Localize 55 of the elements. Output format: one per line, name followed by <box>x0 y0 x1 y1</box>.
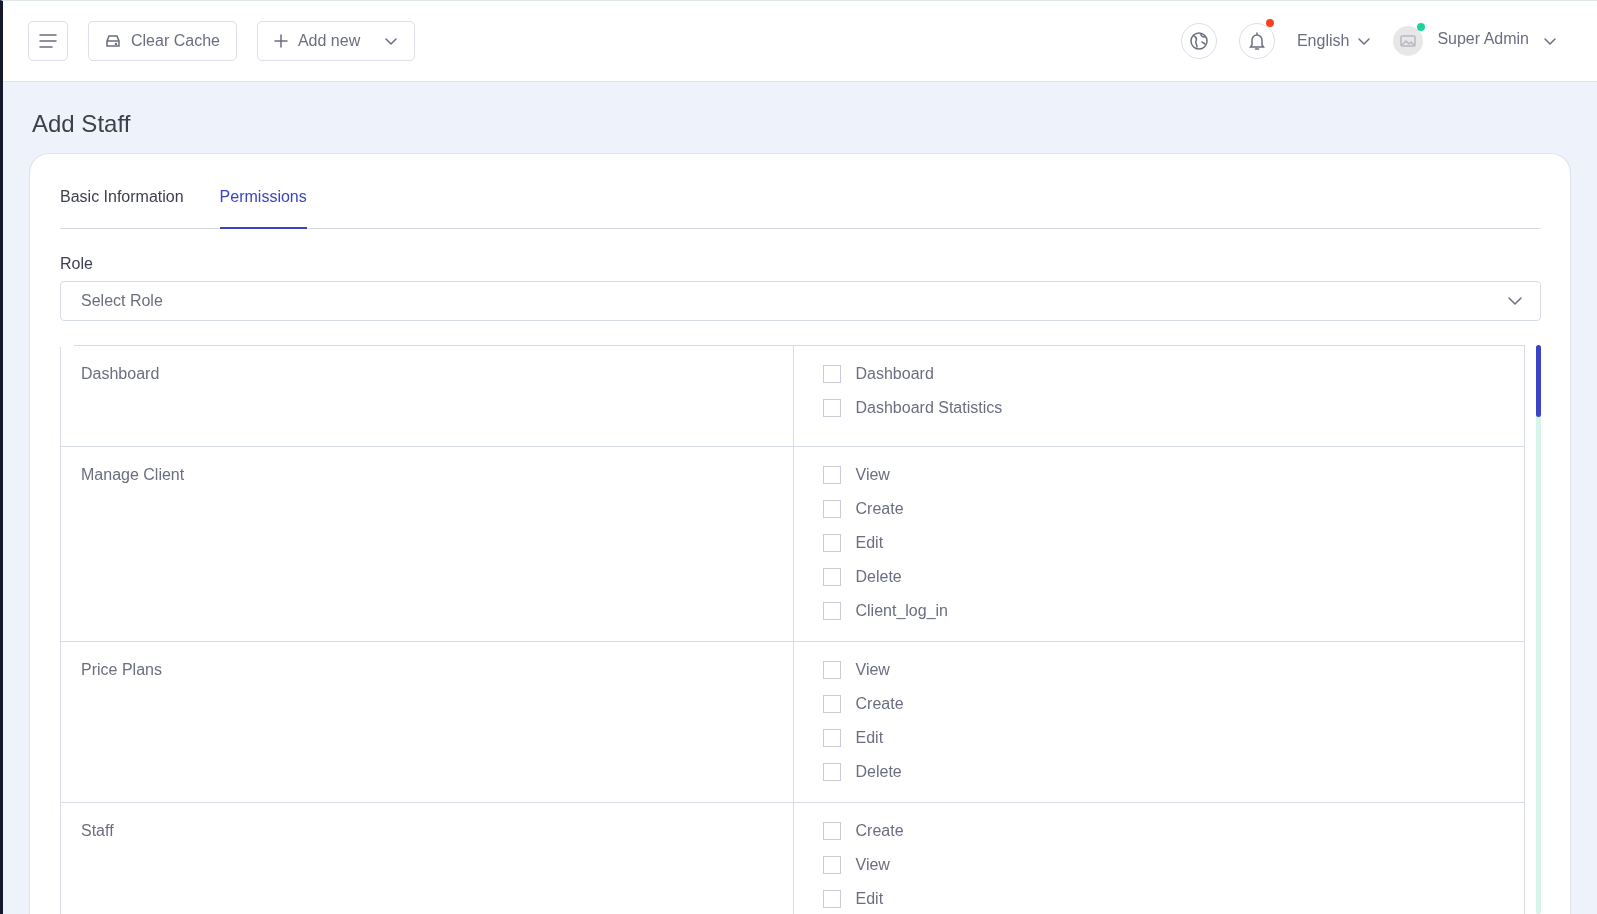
checkbox[interactable] <box>822 822 841 840</box>
permission-label: Delete <box>855 568 902 586</box>
add-new-button[interactable]: Add new <box>256 21 416 61</box>
group-name: Manage Client <box>81 466 185 483</box>
permission-label: Dashboard <box>855 365 934 383</box>
group-name: Price Plans <box>81 661 162 678</box>
permission-label: Client_log_in <box>855 602 948 620</box>
caret-icon <box>1543 35 1557 47</box>
globe-icon <box>1188 31 1209 51</box>
checkbox[interactable] <box>822 466 841 484</box>
user-menu[interactable]: Super Admin <box>1393 26 1557 56</box>
checkbox[interactable] <box>822 890 841 908</box>
permission-label: Edit <box>855 534 884 552</box>
language-dropdown[interactable]: English <box>1296 32 1372 50</box>
checkbox[interactable] <box>822 729 841 747</box>
checkbox[interactable] <box>822 763 841 781</box>
permission-label: Create <box>855 822 904 840</box>
permission-label: View <box>855 466 890 484</box>
field-label: Role <box>60 255 94 273</box>
globe-button[interactable] <box>1180 23 1217 59</box>
checkbox[interactable] <box>822 695 841 713</box>
caret-icon <box>1357 35 1372 47</box>
menu-button[interactable] <box>28 21 68 61</box>
role-select[interactable]: Select Role <box>60 281 1541 321</box>
checkbox[interactable] <box>822 500 841 518</box>
permission-label: View <box>855 661 890 679</box>
menu-icon <box>38 33 58 49</box>
checkbox[interactable] <box>822 365 841 383</box>
clear-cache-button[interactable]: Clear Cache <box>88 21 237 61</box>
checkbox[interactable] <box>822 568 841 586</box>
image-icon <box>1400 35 1417 47</box>
permission-label: Create <box>855 695 904 713</box>
caret-icon <box>384 35 399 47</box>
tab[interactable]: Permissions <box>219 174 307 229</box>
scrollbar-thumb[interactable] <box>1536 345 1541 417</box>
tab[interactable]: Basic Information <box>60 174 184 229</box>
checkbox[interactable] <box>822 661 841 679</box>
bell-icon <box>1247 31 1266 51</box>
caret-icon <box>1507 295 1523 307</box>
permission-label: Edit <box>855 729 884 747</box>
permission-label: Create <box>855 500 904 518</box>
permission-label: Edit <box>855 890 884 908</box>
group-name: Dashboard <box>81 365 160 382</box>
plus-icon <box>273 34 288 48</box>
checkbox[interactable] <box>822 602 841 620</box>
drive-icon <box>105 34 121 48</box>
scrollbar-track[interactable] <box>1536 345 1541 914</box>
checkbox[interactable] <box>822 856 841 874</box>
checkbox[interactable] <box>822 534 841 552</box>
group-name: Staff <box>81 822 114 839</box>
page-title: Add Staff <box>32 110 132 138</box>
permission-label: View <box>855 856 890 874</box>
permission-label: Delete <box>855 763 902 781</box>
checkbox[interactable] <box>822 399 841 417</box>
permission-label: Dashboard Statistics <box>855 399 1003 417</box>
